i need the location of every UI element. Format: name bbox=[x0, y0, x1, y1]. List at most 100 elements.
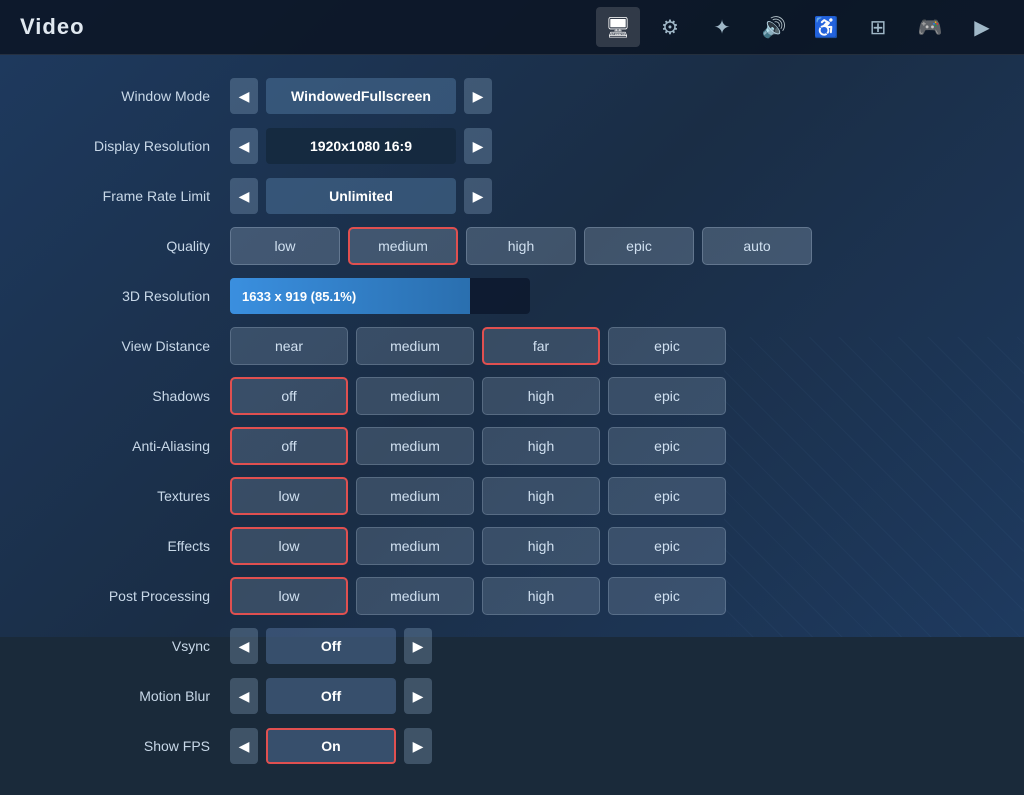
quality-medium[interactable]: medium bbox=[348, 227, 458, 265]
motion-blur-controls: ◀ Off ▶ bbox=[230, 678, 964, 714]
nav-accessibility[interactable]: ♿ bbox=[804, 7, 848, 47]
textures-label: Textures bbox=[60, 488, 230, 504]
motion-blur-row: Motion Blur ◀ Off ▶ bbox=[60, 675, 964, 717]
resolution-3d-controls: 1633 x 919 (85.1%) bbox=[230, 278, 964, 314]
frame-rate-label: Frame Rate Limit bbox=[60, 188, 230, 204]
window-mode-prev[interactable]: ◀ bbox=[230, 78, 258, 114]
anti-aliasing-label: Anti-Aliasing bbox=[60, 438, 230, 454]
shadows-medium[interactable]: medium bbox=[356, 377, 474, 415]
textures-medium[interactable]: medium bbox=[356, 477, 474, 515]
resolution-value: 1920x1080 16:9 bbox=[266, 128, 456, 164]
post-processing-label: Post Processing bbox=[60, 588, 230, 604]
quality-controls: low medium high epic auto bbox=[230, 227, 964, 265]
viewdist-far[interactable]: far bbox=[482, 327, 600, 365]
nav-sound[interactable]: 🔊 bbox=[752, 7, 796, 47]
effects-label: Effects bbox=[60, 538, 230, 554]
show-fps-value: On bbox=[266, 728, 396, 764]
anti-aliasing-row: Anti-Aliasing off medium high epic bbox=[60, 425, 964, 467]
framerate-next[interactable]: ▶ bbox=[464, 178, 492, 214]
show-fps-row: Show FPS ◀ On ▶ bbox=[60, 725, 964, 767]
pp-epic[interactable]: epic bbox=[608, 577, 726, 615]
framerate-prev[interactable]: ◀ bbox=[230, 178, 258, 214]
textures-controls: low medium high epic bbox=[230, 477, 964, 515]
motion-blur-value: Off bbox=[266, 678, 396, 714]
aa-off[interactable]: off bbox=[230, 427, 348, 465]
quality-high[interactable]: high bbox=[466, 227, 576, 265]
display-resolution-label: Display Resolution bbox=[60, 138, 230, 154]
shadows-high[interactable]: high bbox=[482, 377, 600, 415]
frame-rate-controls: ◀ Unlimited ▶ bbox=[230, 178, 964, 214]
resolution-prev[interactable]: ◀ bbox=[230, 128, 258, 164]
view-distance-row: View Distance near medium far epic bbox=[60, 325, 964, 367]
vsync-controls: ◀ Off ▶ bbox=[230, 628, 964, 664]
anti-aliasing-controls: off medium high epic bbox=[230, 427, 964, 465]
show-fps-prev[interactable]: ◀ bbox=[230, 728, 258, 764]
post-processing-controls: low medium high epic bbox=[230, 577, 964, 615]
vsync-prev[interactable]: ◀ bbox=[230, 628, 258, 664]
viewdist-epic[interactable]: epic bbox=[608, 327, 726, 365]
window-mode-next[interactable]: ▶ bbox=[464, 78, 492, 114]
textures-high[interactable]: high bbox=[482, 477, 600, 515]
nav-network[interactable]: ⊞ bbox=[856, 7, 900, 47]
quality-epic[interactable]: epic bbox=[584, 227, 694, 265]
effects-high[interactable]: high bbox=[482, 527, 600, 565]
window-mode-controls: ◀ WindowedFullscreen ▶ bbox=[230, 78, 964, 114]
shadows-controls: off medium high epic bbox=[230, 377, 964, 415]
window-mode-row: Window Mode ◀ WindowedFullscreen ▶ bbox=[60, 75, 964, 117]
viewdist-medium[interactable]: medium bbox=[356, 327, 474, 365]
nav-gear[interactable]: ⚙ bbox=[648, 7, 692, 47]
show-fps-next[interactable]: ▶ bbox=[404, 728, 432, 764]
resolution-next[interactable]: ▶ bbox=[464, 128, 492, 164]
window-mode-label: Window Mode bbox=[60, 88, 230, 104]
vsync-label: Vsync bbox=[60, 638, 230, 654]
vsync-value: Off bbox=[266, 628, 396, 664]
nav-controller[interactable]: 🎮 bbox=[908, 7, 952, 47]
motion-blur-next[interactable]: ▶ bbox=[404, 678, 432, 714]
show-fps-label: Show FPS bbox=[60, 738, 230, 754]
shadows-label: Shadows bbox=[60, 388, 230, 404]
top-bar: Video 🖥 ⚙ ✦ 🔊 ♿ ⊞ 🎮 ▶ bbox=[0, 0, 1024, 55]
view-distance-controls: near medium far epic bbox=[230, 327, 964, 365]
pp-high[interactable]: high bbox=[482, 577, 600, 615]
shadows-off[interactable]: off bbox=[230, 377, 348, 415]
framerate-value: Unlimited bbox=[266, 178, 456, 214]
vsync-row: Vsync ◀ Off ▶ bbox=[60, 625, 964, 667]
quality-low[interactable]: low bbox=[230, 227, 340, 265]
view-distance-label: View Distance bbox=[60, 338, 230, 354]
quality-row: Quality low medium high epic auto bbox=[60, 225, 964, 267]
vsync-next[interactable]: ▶ bbox=[404, 628, 432, 664]
viewdist-near[interactable]: near bbox=[230, 327, 348, 365]
shadows-row: Shadows off medium high epic bbox=[60, 375, 964, 417]
display-resolution-row: Display Resolution ◀ 1920x1080 16:9 ▶ bbox=[60, 125, 964, 167]
textures-epic[interactable]: epic bbox=[608, 477, 726, 515]
frame-rate-row: Frame Rate Limit ◀ Unlimited ▶ bbox=[60, 175, 964, 217]
quality-auto[interactable]: auto bbox=[702, 227, 812, 265]
motion-blur-prev[interactable]: ◀ bbox=[230, 678, 258, 714]
show-fps-controls: ◀ On ▶ bbox=[230, 728, 964, 764]
content-area: Window Mode ◀ WindowedFullscreen ▶ Displ… bbox=[0, 55, 1024, 795]
nav-brightness[interactable]: ✦ bbox=[700, 7, 744, 47]
resolution-3d-empty bbox=[470, 278, 530, 314]
effects-epic[interactable]: epic bbox=[608, 527, 726, 565]
effects-controls: low medium high epic bbox=[230, 527, 964, 565]
shadows-epic[interactable]: epic bbox=[608, 377, 726, 415]
aa-epic[interactable]: epic bbox=[608, 427, 726, 465]
textures-row: Textures low medium high epic bbox=[60, 475, 964, 517]
aa-high[interactable]: high bbox=[482, 427, 600, 465]
effects-medium[interactable]: medium bbox=[356, 527, 474, 565]
resolution-3d-label: 3D Resolution bbox=[60, 288, 230, 304]
nav-video[interactable]: ▶ bbox=[960, 7, 1004, 47]
nav-monitor[interactable]: 🖥 bbox=[596, 7, 640, 47]
pp-medium[interactable]: medium bbox=[356, 577, 474, 615]
quality-label: Quality bbox=[60, 238, 230, 254]
resolution-3d-row: 3D Resolution 1633 x 919 (85.1%) bbox=[60, 275, 964, 317]
effects-low[interactable]: low bbox=[230, 527, 348, 565]
aa-medium[interactable]: medium bbox=[356, 427, 474, 465]
resolution-3d-fill: 1633 x 919 (85.1%) bbox=[230, 278, 470, 314]
textures-low[interactable]: low bbox=[230, 477, 348, 515]
resolution-3d-bar: 1633 x 919 (85.1%) bbox=[230, 278, 530, 314]
effects-row: Effects low medium high epic bbox=[60, 525, 964, 567]
window-mode-value: WindowedFullscreen bbox=[266, 78, 456, 114]
main-container: Video 🖥 ⚙ ✦ 🔊 ♿ ⊞ 🎮 ▶ Window Mode ◀ Wind… bbox=[0, 0, 1024, 637]
pp-low[interactable]: low bbox=[230, 577, 348, 615]
